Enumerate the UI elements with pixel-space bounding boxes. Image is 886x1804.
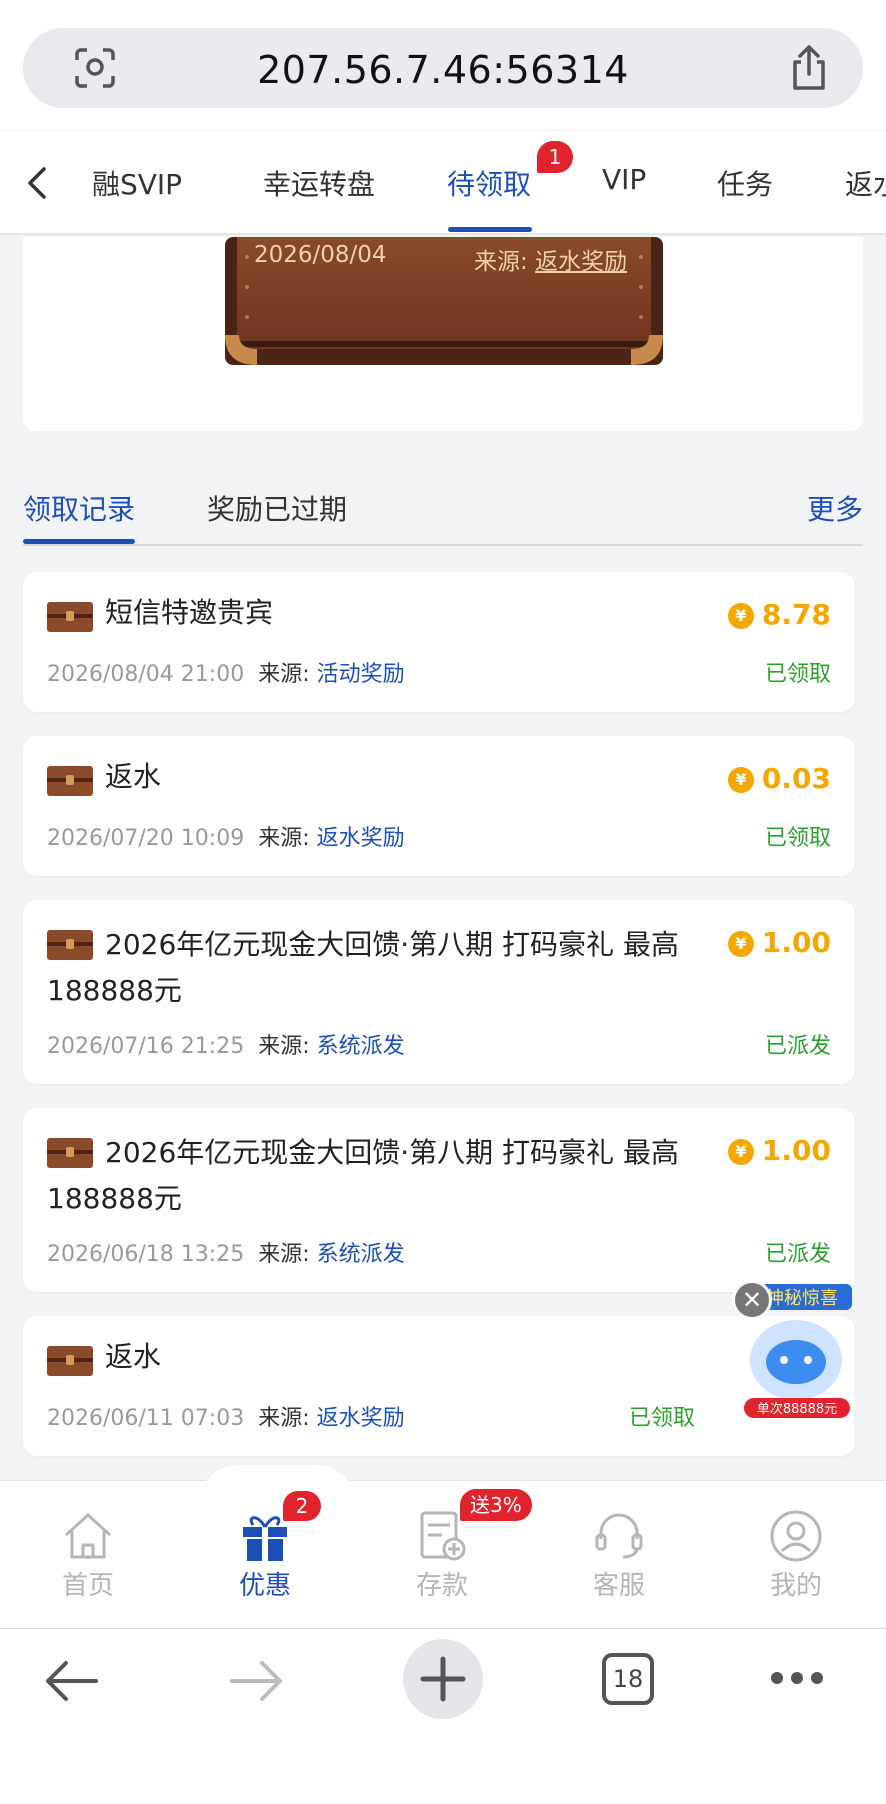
record-source: 系统派发 [316,1034,405,1059]
tab-lucky-wheel[interactable]: 幸运转盘 [263,163,375,203]
bottom-nav: 首页 优惠 存款 客服 我的 [0,1465,886,1628]
record-amount: ¥8.78 [727,598,831,631]
coin-icon: ¥ [727,1139,754,1165]
record-status: 已领取 [764,662,831,687]
tab-claim-history[interactable]: 领取记录 [23,488,135,528]
tab-count-button[interactable]: 18 [602,1653,654,1705]
record-source: 返水奖励 [316,826,405,851]
share-icon[interactable] [787,44,831,92]
record-status: 已派发 [764,1242,831,1267]
home-icon [64,1513,112,1559]
url-text[interactable]: 207.56.7.46:56314 [23,48,863,92]
reward-card [23,237,863,431]
record-amount: ¥1.00 [727,1134,831,1167]
reward-source-label: 来源: [474,249,528,275]
promotions-badge: 2 [283,1491,321,1521]
record-datetime: 2026/08/04 21:00 [47,662,245,687]
record-amount: ¥1.00 [727,926,831,959]
promo-sub-text: 单次88888元 [757,1401,837,1417]
record-title: 2026年亿元现金大回馈·第八期 打码豪礼 最高 188888元 [47,1136,679,1215]
nav-home[interactable]: 首页 [28,1509,148,1602]
record-title: 返水 [105,760,162,793]
deposit-bonus-badge: 送3% [460,1489,532,1521]
reward-date: 2026/08/04 [254,242,387,268]
record-meta: 2026/06/18 13:25 来源: 系统派发 [47,1242,405,1267]
more-link[interactable]: 更多 [807,488,863,528]
tab-vip[interactable]: VIP [602,163,646,196]
record-tabs: 领取记录 奖励已过期 更多 [23,480,863,546]
record-item[interactable]: 2026年亿元现金大回馈·第八期 打码豪礼 最高 188888元 ¥1.00 20… [23,900,855,1084]
record-title: 返水 [105,1340,162,1373]
reward-source: 来源: 返水奖励 [474,242,627,276]
chevron-left-icon[interactable] [22,163,52,203]
record-source: 活动奖励 [316,662,405,687]
record-item[interactable]: 2026年亿元现金大回馈·第八期 打码豪礼 最高 188888元 ¥1.00 20… [23,1108,855,1292]
more-dots-icon[interactable] [770,1671,824,1685]
record-source: 返水奖励 [316,1406,405,1431]
reward-source-value[interactable]: 返水奖励 [535,249,627,275]
coin-icon: ¥ [727,767,754,793]
record-datetime: 2026/07/20 10:09 [47,826,245,851]
nav-deposit[interactable]: 存款 [382,1509,502,1602]
tab-rebate[interactable]: 返水 [845,163,886,203]
record-datetime: 2026/06/18 13:25 [47,1242,245,1267]
record-status: 已领取 [764,826,831,851]
coin-icon: ¥ [727,931,754,957]
record-status: 已派发 [764,1034,831,1059]
user-icon [770,1510,822,1562]
record-source: 系统派发 [316,1242,405,1267]
record-item[interactable]: 返水 ¥0.03 2026/07/20 10:09 来源: 返水奖励 已领取 [23,736,855,876]
record-amount: ¥0.03 [727,762,831,795]
record-title: 短信特邀贵宾 [105,596,274,629]
record-datetime: 2026/06/11 07:03 [47,1406,245,1431]
pending-badge: 1 [537,141,573,173]
headset-icon [595,1513,643,1559]
page: 207.56.7.46:56314 融SVIP 幸运转盘 待领取 VIP 任务 … [0,0,886,1804]
address-bar[interactable]: 207.56.7.46:56314 [23,28,863,108]
record-tab-indicator [23,539,135,544]
browser-toolbar: 18 [0,1628,886,1804]
tab-svip[interactable]: 融SVIP [92,163,182,203]
category-tabs: 融SVIP 幸运转盘 待领取 VIP 任务 返水 [0,131,886,235]
promo-banner-text: 神秘惊喜 [766,1288,838,1309]
coin-icon: ¥ [727,603,754,629]
tab-tasks[interactable]: 任务 [717,163,773,203]
nav-profile[interactable]: 我的 [736,1509,856,1602]
record-status: 已领取 [628,1406,695,1431]
forward-arrow-icon[interactable] [228,1659,286,1703]
record-meta: 2026/07/16 21:25 来源: 系统派发 [47,1034,405,1059]
plus-icon [420,1656,466,1702]
record-title: 2026年亿元现金大回馈·第八期 打码豪礼 最高 188888元 [47,928,679,1007]
tab-expired[interactable]: 奖励已过期 [207,488,347,528]
back-arrow-icon[interactable] [42,1659,100,1703]
record-item[interactable]: 返水 2026/06/11 07:03 来源: 返水奖励 已领取 [23,1316,855,1456]
record-meta: 2026/06/11 07:03 来源: 返水奖励 [47,1406,405,1431]
record-meta: 2026/07/20 10:09 来源: 返水奖励 [47,826,405,851]
record-datetime: 2026/07/16 21:25 [47,1034,245,1059]
promo-close-icon[interactable]: ✕ [732,1280,772,1320]
record-item[interactable]: 短信特邀贵宾 ¥8.78 2026/08/04 21:00 来源: 活动奖励 已领… [23,572,855,712]
tab-pending[interactable]: 待领取 [447,163,531,203]
record-meta: 2026/08/04 21:00 来源: 活动奖励 [47,662,405,687]
new-tab-button[interactable] [403,1639,483,1719]
nav-promotions[interactable]: 优惠 [205,1509,325,1602]
active-tab-indicator [448,227,532,232]
nav-support[interactable]: 客服 [559,1509,679,1602]
browser-header: 207.56.7.46:56314 [0,0,886,130]
